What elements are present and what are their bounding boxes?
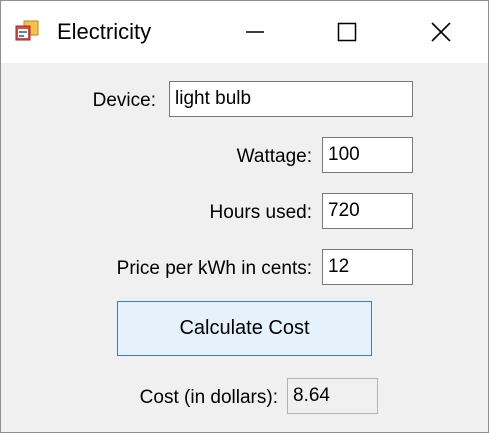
electricity-window: Electricity Device: Wattage: Hours used:… bbox=[0, 0, 489, 433]
price-label: Price per kWh in cents: bbox=[116, 258, 312, 279]
cost-label: Cost (in dollars): bbox=[139, 387, 278, 408]
maximize-icon bbox=[337, 22, 357, 42]
calculate-cost-button[interactable]: Calculate Cost bbox=[117, 301, 372, 356]
window-title: Electricity bbox=[57, 19, 152, 44]
device-label: Device: bbox=[92, 90, 156, 111]
title-bar[interactable]: Electricity bbox=[1, 1, 488, 63]
minimize-icon bbox=[246, 31, 264, 33]
minimize-button[interactable] bbox=[209, 1, 301, 63]
wattage-label: Wattage: bbox=[236, 146, 312, 167]
close-button[interactable] bbox=[393, 1, 488, 63]
app-form-icon bbox=[15, 20, 39, 41]
maximize-button[interactable] bbox=[301, 1, 393, 63]
hours-used-label: Hours used: bbox=[209, 202, 312, 223]
close-icon bbox=[430, 22, 451, 42]
wattage-input[interactable] bbox=[322, 137, 413, 173]
cost-output: 8.64 bbox=[287, 378, 378, 414]
price-input[interactable] bbox=[322, 249, 413, 285]
hours-used-input[interactable] bbox=[322, 193, 413, 229]
device-input[interactable] bbox=[169, 81, 413, 117]
